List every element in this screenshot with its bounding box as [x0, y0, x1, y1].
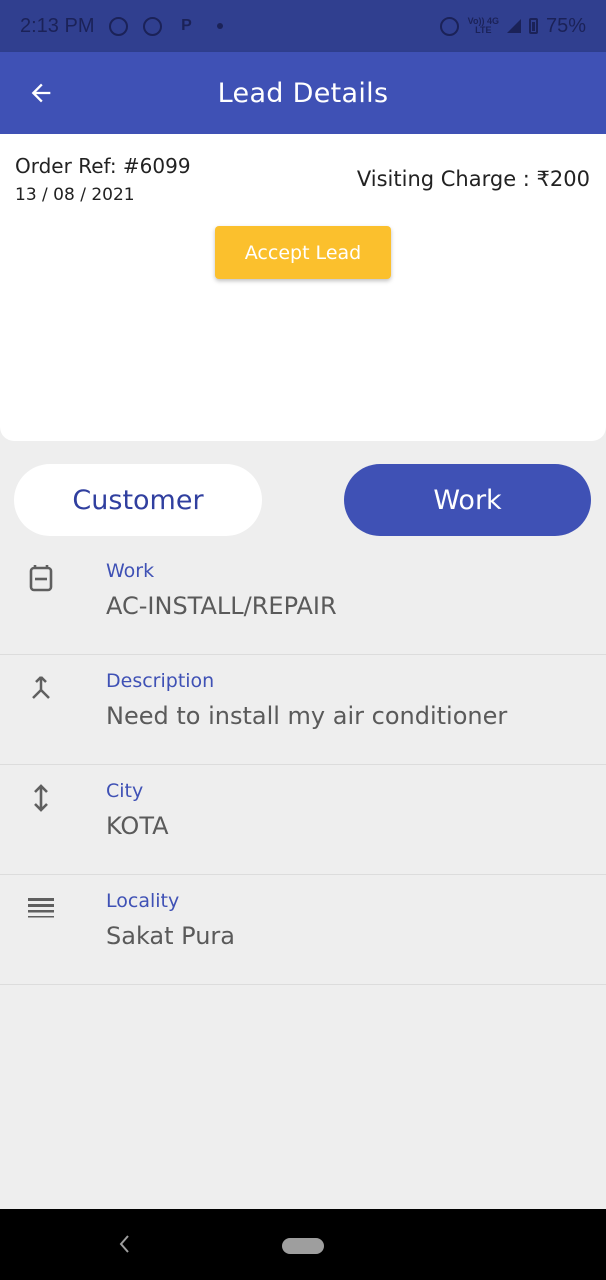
merge-icon [26, 673, 56, 703]
details-list: Work AC-INSTALL/REPAIR Description Need … [0, 545, 606, 985]
page-title: Lead Details [217, 77, 389, 109]
chevron-left-icon[interactable] [116, 1233, 134, 1255]
detail-value: KOTA [106, 812, 169, 840]
detail-value: AC-INSTALL/REPAIR [106, 592, 337, 620]
detail-value: Sakat Pura [106, 922, 235, 950]
vertical-arrows-icon [26, 783, 56, 813]
battery-percent: 75% [545, 14, 586, 37]
detail-row-city: City KOTA [0, 765, 606, 875]
order-date: 13 / 08 / 2021 [15, 185, 135, 205]
status-bar: 2:13 PM P Vo)) 4G LTE 75% [0, 0, 606, 52]
detail-row-locality: Locality Sakat Pura [0, 875, 606, 985]
hotspot-icon [440, 16, 460, 36]
detail-label: Locality [106, 890, 180, 912]
detail-row-description: Description Need to install my air condi… [0, 655, 606, 765]
tab-work[interactable]: Work [344, 464, 591, 536]
detail-label: City [106, 780, 144, 802]
app-bar: Lead Details [0, 52, 606, 134]
visiting-charge: Visiting Charge : ₹200 [356, 167, 590, 191]
whatsapp-icon [142, 16, 162, 36]
messenger-icon [108, 16, 128, 36]
order-ref: Order Ref: #6099 [15, 154, 191, 178]
detail-label: Work [106, 560, 155, 582]
battery-icon [528, 18, 538, 34]
list-lines-icon [26, 893, 56, 923]
network-type: Vo)) 4G LTE [468, 17, 499, 35]
signal-icon [506, 19, 521, 33]
ac-unit-icon [26, 563, 56, 593]
network-label-bottom: LTE [475, 25, 492, 35]
detail-row-work: Work AC-INSTALL/REPAIR [0, 545, 606, 655]
back-button[interactable] [24, 76, 58, 110]
dot-icon [210, 16, 230, 36]
system-nav-bar [0, 1209, 606, 1280]
paytm-icon: P [181, 17, 192, 34]
detail-value: Need to install my air conditioner [106, 702, 508, 730]
detail-label: Description [106, 670, 215, 692]
home-pill-icon[interactable] [282, 1238, 324, 1254]
arrow-left-icon [31, 83, 51, 103]
lead-card: Order Ref: #6099 13 / 08 / 2021 Visiting… [0, 134, 606, 441]
accept-lead-button[interactable]: Accept Lead [215, 226, 391, 279]
status-time: 2:13 PM [20, 14, 95, 37]
tab-customer[interactable]: Customer [14, 464, 262, 536]
